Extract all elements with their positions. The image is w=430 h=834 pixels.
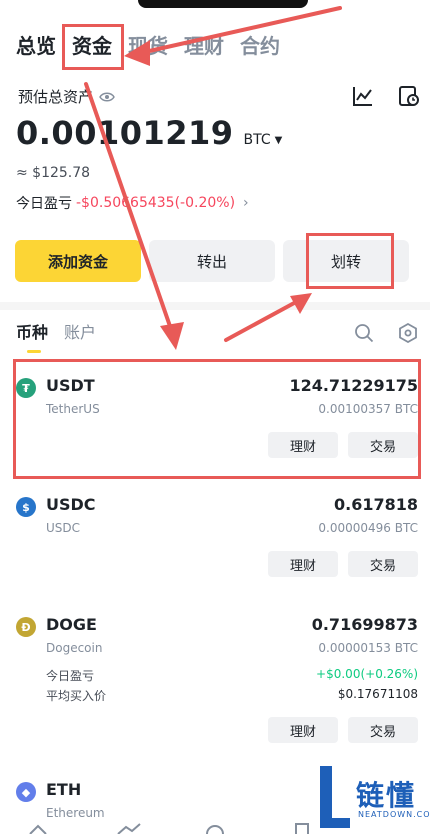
- settings-icon[interactable]: [398, 323, 418, 343]
- avg-price-value: $0.17671108: [337, 687, 418, 701]
- asset-pnl-label: 今日盈亏: [46, 669, 95, 683]
- chevron-right-icon: ›: [243, 195, 249, 211]
- asset-name: USDC: [46, 521, 81, 535]
- earn-button[interactable]: 理财: [268, 551, 338, 577]
- asset-symbol: DOGE: [46, 615, 97, 634]
- annotation-box-funding-tab: [62, 24, 124, 70]
- trade-button[interactable]: 交易: [348, 551, 418, 577]
- asset-amount: 0.71699873: [311, 615, 418, 634]
- estimated-assets-row: 预估总资产: [18, 86, 115, 107]
- arrowhead-usdt: [160, 322, 184, 350]
- annotation-box-usdt-row: [13, 359, 421, 479]
- eth-coin-icon: ◆: [16, 782, 36, 802]
- asset-symbol: ETH: [46, 780, 82, 799]
- tab-overview[interactable]: 总览: [16, 30, 56, 62]
- tab-accounts[interactable]: 账户: [64, 322, 96, 344]
- watermark-logo: 链懂 NEATDOWN.COM: [316, 760, 430, 832]
- balance-unit-label: BTC: [243, 132, 271, 148]
- today-pnl-row[interactable]: 今日盈亏 -$0.50665435(-0.20%) ›: [16, 193, 249, 213]
- avg-price-label: 平均买入价: [46, 689, 107, 703]
- usdc-coin-icon: $: [16, 497, 36, 517]
- tab-spot[interactable]: 现货: [128, 30, 168, 62]
- asset-pnl-value: +$0.00(+0.26%): [316, 667, 418, 681]
- markets-icon[interactable]: [117, 823, 141, 834]
- withdraw-button[interactable]: 转出: [149, 240, 275, 282]
- trade-button[interactable]: 交易: [348, 717, 418, 743]
- today-pnl-label: 今日盈亏: [16, 196, 72, 212]
- annotation-box-transfer: [306, 233, 394, 289]
- total-balance: 0.00101219: [16, 114, 234, 152]
- asset-row-doge[interactable]: Ð DOGE Dogecoin 0.71699873 0.00000153 BT…: [0, 615, 430, 747]
- asset-btc-value: 0.00000153 BTC: [318, 641, 418, 655]
- tab-coins[interactable]: 币种: [16, 322, 48, 344]
- active-tab-indicator: [27, 350, 41, 353]
- section-divider: [0, 302, 430, 310]
- chart-icon[interactable]: [352, 85, 374, 107]
- watermark-brand: 链懂: [356, 779, 417, 812]
- asset-row-usdc[interactable]: $ USDC USDC 0.617818 0.00000496 BTC 理财 交…: [0, 495, 430, 587]
- usd-approx-value: ≈ $125.78: [16, 165, 91, 181]
- asset-symbol: USDC: [46, 495, 96, 514]
- futures-icon[interactable]: [295, 823, 309, 834]
- search-icon[interactable]: [354, 323, 374, 343]
- top-tabs: 总览 资金 现货 理财 合约: [16, 30, 280, 62]
- home-icon[interactable]: [29, 824, 47, 834]
- trade-nav-icon[interactable]: [206, 825, 224, 834]
- doge-coin-icon: Ð: [16, 617, 36, 637]
- logo-l-mark: [320, 766, 350, 828]
- estimated-assets-label: 预估总资产: [18, 88, 94, 106]
- asset-name: Dogecoin: [46, 641, 103, 655]
- history-icon[interactable]: [398, 85, 420, 107]
- earn-button[interactable]: 理财: [268, 717, 338, 743]
- balance-row: 0.00101219 BTC ▼: [16, 114, 282, 152]
- today-pnl-value: -$0.50665435(-0.20%): [76, 195, 236, 211]
- tab-futures[interactable]: 合约: [240, 30, 280, 62]
- eye-icon[interactable]: [99, 91, 115, 103]
- watermark-site: NEATDOWN.COM: [358, 810, 430, 819]
- tab-earn[interactable]: 理财: [184, 30, 224, 62]
- balance-unit-selector[interactable]: BTC ▼: [244, 132, 283, 148]
- add-funds-button[interactable]: 添加资金: [15, 240, 141, 282]
- device-notch: [138, 0, 308, 8]
- asset-amount: 0.617818: [333, 495, 418, 514]
- asset-sub-tabs: 币种 账户: [16, 322, 96, 344]
- asset-btc-value: 0.00000496 BTC: [318, 521, 418, 535]
- caret-down-icon: ▼: [274, 134, 283, 146]
